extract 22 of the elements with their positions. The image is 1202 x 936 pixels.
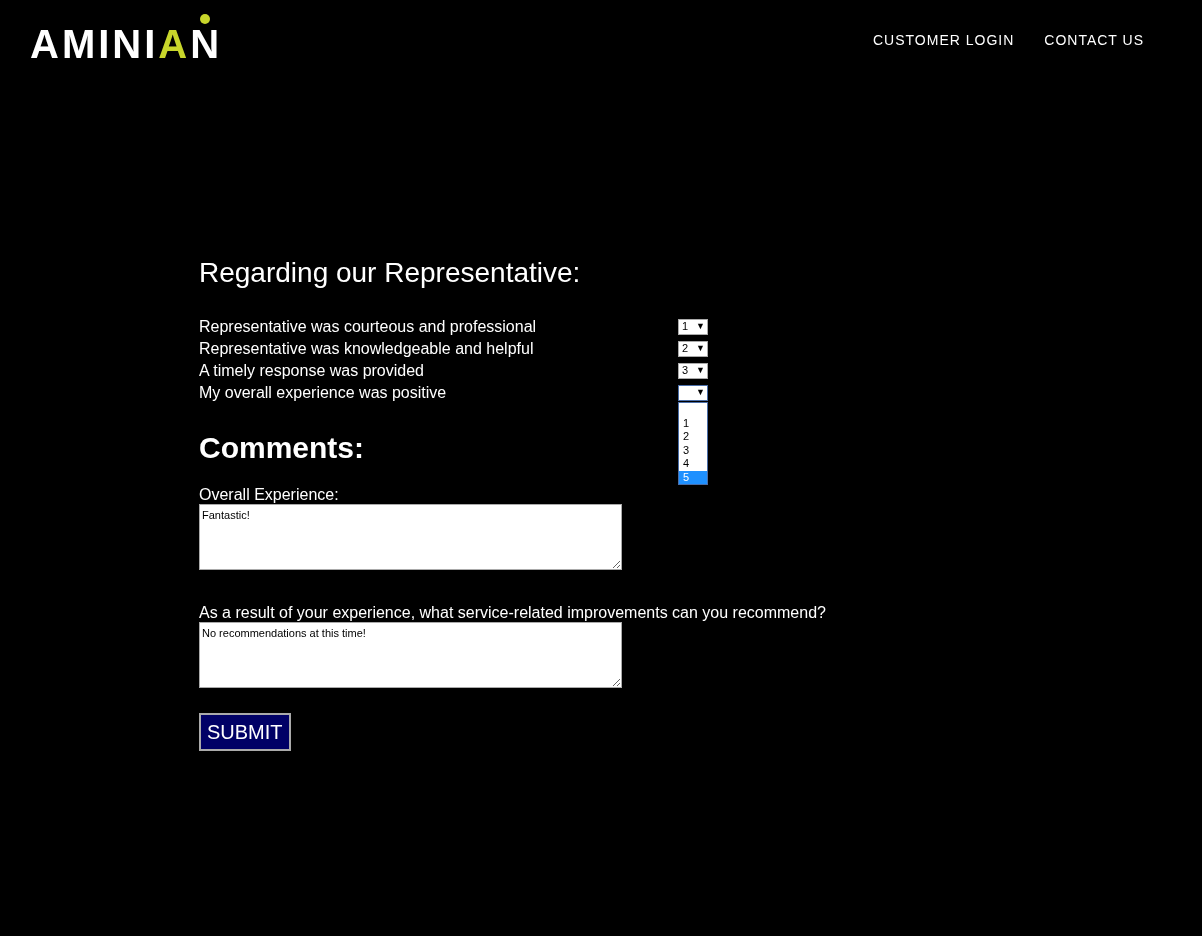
submit-button[interactable]: SUBMIT xyxy=(199,712,291,751)
logo-dot-icon xyxy=(200,14,210,24)
rating-label: A timely response was provided xyxy=(199,360,425,381)
comment-field[interactable]: No recommendations at this time! xyxy=(199,621,622,688)
logo: AMINIAN xyxy=(30,28,223,60)
rating-select[interactable]: 3 ▼ xyxy=(678,362,708,379)
rating-label: Representative was courteous and professional xyxy=(199,316,538,337)
dropdown-option[interactable]: 1 xyxy=(679,416,707,431)
comments-heading: Comments: xyxy=(199,429,364,466)
nav-link[interactable]: CUSTOMER LOGIN xyxy=(872,30,1015,51)
rating-select[interactable]: 2 ▼ xyxy=(678,340,708,357)
rating-select[interactable]: 1 ▼ xyxy=(678,318,708,335)
field-label: Overall Experience: xyxy=(199,485,340,504)
comment-field[interactable]: Fantastic! xyxy=(199,503,622,570)
dropdown-option[interactable]: 2 xyxy=(679,430,707,444)
nav-link[interactable]: CONTACT US xyxy=(1044,30,1144,51)
section-heading: Regarding our Representative: xyxy=(199,256,582,290)
dropdown-option[interactable]: 4 xyxy=(679,457,707,471)
rating-label: My overall experience was positive xyxy=(199,382,448,403)
field-label: As a result of your experience, what service-related improvements can you recommend? xyxy=(199,603,827,622)
rating-label: Representative was knowledgeable and helpful xyxy=(199,338,535,359)
dropdown-option[interactable]: 3 xyxy=(679,443,707,458)
